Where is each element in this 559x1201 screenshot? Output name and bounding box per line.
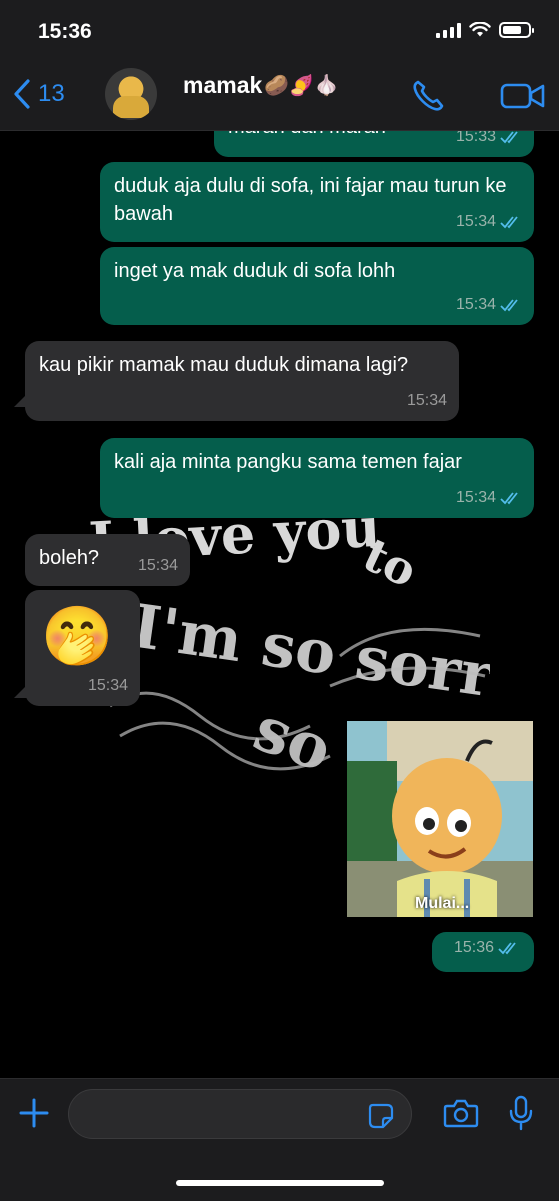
battery-icon [499, 22, 534, 38]
message-text: boleh? [39, 547, 100, 569]
chat-area[interactable]: I love you to I'm so sorry so marah dan … [0, 131, 559, 1078]
contact-avatar[interactable] [105, 68, 157, 120]
double-check-icon [498, 942, 516, 955]
message-time: 15:36 [453, 939, 494, 956]
microphone-icon[interactable] [508, 1095, 534, 1131]
voice-call-button[interactable] [410, 78, 446, 119]
message-meta-bubble[interactable]: 15:36 [432, 932, 534, 972]
video-camera-icon [500, 83, 545, 109]
cartoon-image [347, 721, 533, 917]
message-input[interactable] [68, 1089, 412, 1139]
message-time: 15:34 [137, 557, 178, 574]
chevron-left-icon [14, 79, 30, 109]
message-time: 15:34 [455, 213, 496, 230]
message-meta: 15:34 [456, 484, 522, 512]
battery-level [503, 26, 521, 34]
status-time: 15:36 [38, 20, 92, 43]
plus-icon[interactable] [18, 1097, 50, 1129]
wallpaper-text: so [245, 691, 342, 786]
message-bubble-outgoing[interactable]: inget ya mak duduk di sofa lohh 15:34 [100, 247, 534, 325]
message-emoji: 🤭 [41, 604, 114, 669]
message-text: duduk aja dulu di sofa, ini fajar mau tu… [114, 175, 507, 225]
image-caption: Mulai... [415, 895, 470, 912]
double-check-icon [500, 216, 518, 229]
message-meta: 15:33 [456, 131, 522, 151]
wifi-icon [469, 22, 491, 37]
message-time: 15:34 [455, 489, 496, 506]
double-check-icon [500, 299, 518, 312]
chat-header: 13 mamak 🥔🍠🧄 [0, 60, 559, 131]
message-time: 15:34 [87, 677, 128, 694]
contact-name-button[interactable]: mamak 🥔🍠🧄 [183, 72, 339, 99]
status-bar: 15:36 [0, 0, 559, 60]
message-time: 15:34 [455, 296, 496, 313]
message-time: 15:34 [406, 392, 447, 409]
message-bubble-outgoing[interactable]: duduk aja dulu di sofa, ini fajar mau tu… [100, 162, 534, 242]
message-meta: 15:34 [407, 387, 447, 415]
message-time: 15:33 [455, 131, 496, 145]
message-meta: 15:34 [456, 291, 522, 319]
message-bubble-incoming[interactable]: boleh? 15:34 [25, 534, 190, 586]
sticker-icon[interactable] [367, 1102, 395, 1130]
back-button[interactable]: 13 [12, 78, 65, 110]
message-meta: 15:34 [88, 672, 128, 700]
contact-name-emoji: 🥔🍠🧄 [264, 75, 339, 97]
message-bubble-outgoing[interactable]: kali aja minta pangku sama temen fajar 1… [100, 438, 534, 518]
wallpaper-text: to [355, 527, 425, 598]
contact-name: mamak [183, 72, 263, 98]
unread-count: 13 [38, 80, 65, 107]
double-check-icon [500, 131, 518, 144]
message-meta: 15:34 [456, 208, 522, 236]
message-text: marah dan marah [228, 131, 386, 141]
message-meta: 15:36 [454, 934, 520, 962]
image-message[interactable]: Mulai... [347, 721, 533, 917]
message-bubble-incoming[interactable]: kau pikir mamak mau duduk dimana lagi? 1… [25, 341, 459, 421]
message-bubble-outgoing[interactable]: marah dan marah 15:33 [214, 131, 534, 157]
message-text: kau pikir mamak mau duduk dimana lagi? [39, 354, 409, 376]
cellular-signal-icon [436, 22, 461, 38]
message-text: inget ya mak duduk di sofa lohh [114, 260, 396, 282]
home-indicator[interactable] [176, 1180, 384, 1186]
camera-icon[interactable] [443, 1097, 479, 1129]
video-call-button[interactable] [500, 80, 546, 117]
status-icons [436, 22, 534, 38]
phone-icon [413, 80, 444, 111]
message-bubble-incoming[interactable]: 🤭 15:34 [25, 590, 140, 706]
double-check-icon [500, 492, 518, 505]
message-meta: 15:34 [138, 552, 178, 580]
wallpaper-text: I'm so sorry [128, 592, 490, 717]
message-text: kali aja minta pangku sama temen fajar [114, 451, 462, 473]
